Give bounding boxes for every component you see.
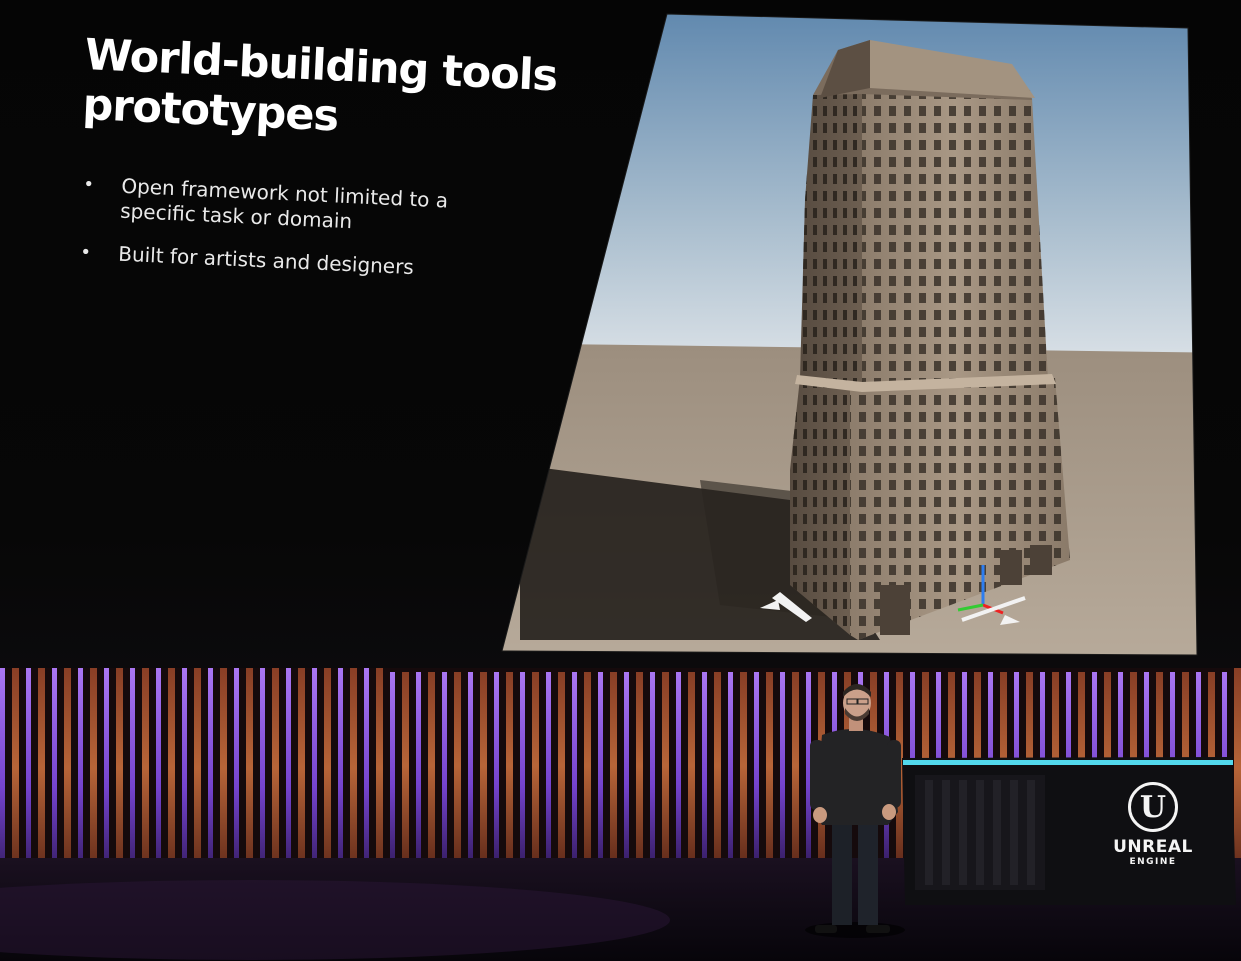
purple-light-bar bbox=[338, 668, 343, 868]
orange-light-bar bbox=[714, 672, 721, 860]
purple-light-bar bbox=[910, 672, 915, 868]
orange-light-bar bbox=[428, 672, 435, 860]
orange-light-bar bbox=[350, 668, 357, 868]
orange-light-bar bbox=[688, 672, 695, 860]
purple-light-bar bbox=[546, 672, 551, 860]
purple-light-bar bbox=[962, 672, 967, 868]
orange-light-bar bbox=[922, 672, 929, 868]
purple-light-bar bbox=[1014, 672, 1019, 868]
orange-light-bar bbox=[662, 672, 669, 860]
purple-light-bar bbox=[1222, 672, 1227, 868]
orange-light-bar bbox=[1000, 672, 1007, 868]
purple-light-bar bbox=[598, 672, 603, 860]
presenter bbox=[805, 684, 905, 938]
orange-light-bar bbox=[1234, 668, 1241, 868]
purple-light-bar bbox=[0, 668, 5, 868]
purple-light-bar bbox=[572, 672, 577, 860]
orange-light-bar bbox=[532, 672, 539, 860]
purple-light-bar bbox=[182, 668, 187, 868]
purple-light-bar bbox=[416, 672, 421, 860]
orange-light-bar bbox=[12, 668, 19, 868]
purple-light-bar bbox=[520, 672, 525, 860]
orange-light-bar bbox=[38, 668, 45, 868]
purple-light-bar bbox=[806, 672, 811, 860]
unreal-mark-icon: U bbox=[1128, 782, 1178, 832]
purple-light-bar bbox=[728, 672, 733, 860]
orange-light-bar bbox=[610, 672, 617, 860]
projection-screen: World-building tools prototypes • Open f… bbox=[0, 0, 1241, 668]
orange-light-bar bbox=[766, 672, 773, 860]
purple-light-bar bbox=[78, 668, 83, 868]
keynote-stage-photo: World-building tools prototypes • Open f… bbox=[0, 0, 1241, 961]
orange-light-bar bbox=[1078, 672, 1085, 868]
purple-light-bar bbox=[702, 672, 707, 860]
purple-light-bar bbox=[754, 672, 759, 860]
orange-light-bar bbox=[298, 668, 305, 868]
orange-light-bar bbox=[870, 672, 877, 860]
orange-light-bar bbox=[948, 672, 955, 868]
purple-light-bar bbox=[1066, 672, 1071, 868]
orange-light-bar bbox=[974, 672, 981, 868]
orange-light-bar bbox=[1026, 672, 1033, 868]
purple-light-bar bbox=[312, 668, 317, 868]
orange-light-bar bbox=[480, 672, 487, 860]
purple-light-bar bbox=[234, 668, 239, 868]
purple-light-bar bbox=[988, 672, 993, 868]
orange-light-bar bbox=[740, 672, 747, 860]
orange-light-bar bbox=[116, 668, 123, 868]
purple-light-bar bbox=[390, 672, 395, 860]
orange-light-bar bbox=[168, 668, 175, 868]
stage-light-bars bbox=[0, 668, 1241, 868]
skyscraper-render bbox=[501, 13, 1198, 656]
orange-light-bar bbox=[818, 672, 825, 860]
purple-light-bar bbox=[208, 668, 213, 868]
purple-light-bar bbox=[1040, 672, 1045, 868]
purple-light-bar bbox=[130, 668, 135, 868]
purple-light-bar bbox=[624, 672, 629, 860]
purple-light-bar bbox=[1092, 672, 1097, 868]
orange-light-bar bbox=[376, 668, 383, 868]
orange-light-bar bbox=[636, 672, 643, 860]
purple-light-bar bbox=[104, 668, 109, 868]
orange-light-bar bbox=[402, 672, 409, 860]
orange-light-bar bbox=[272, 668, 279, 868]
purple-light-bar bbox=[26, 668, 31, 868]
purple-light-bar bbox=[676, 672, 681, 860]
orange-light-bar bbox=[90, 668, 97, 868]
orange-light-bar bbox=[584, 672, 591, 860]
purple-light-bar bbox=[832, 672, 837, 860]
purple-light-bar bbox=[468, 672, 473, 860]
orange-light-bar bbox=[64, 668, 71, 868]
logo-wordmark: UNREAL bbox=[1113, 837, 1193, 857]
purple-light-bar bbox=[442, 672, 447, 860]
purple-light-bar bbox=[858, 672, 863, 860]
orange-light-bar bbox=[220, 668, 227, 868]
orange-light-bar bbox=[194, 668, 201, 868]
orange-light-bar bbox=[506, 672, 513, 860]
purple-light-bar bbox=[260, 668, 265, 868]
purple-light-bar bbox=[494, 672, 499, 860]
purple-light-bar bbox=[156, 668, 161, 868]
orange-light-bar bbox=[1052, 672, 1059, 868]
purple-light-bar bbox=[364, 668, 369, 868]
purple-light-bar bbox=[650, 672, 655, 860]
orange-light-bar bbox=[142, 668, 149, 868]
orange-light-bar bbox=[558, 672, 565, 860]
purple-light-bar bbox=[286, 668, 291, 868]
orange-light-bar bbox=[1208, 672, 1215, 868]
orange-light-bar bbox=[454, 672, 461, 860]
orange-light-bar bbox=[792, 672, 799, 860]
purple-light-bar bbox=[884, 672, 889, 860]
orange-light-bar bbox=[896, 672, 903, 860]
purple-light-bar bbox=[52, 668, 57, 868]
logo-subwordmark: ENGINE bbox=[1129, 857, 1177, 867]
purple-light-bar bbox=[780, 672, 785, 860]
unreal-engine-logo: U UNREAL ENGINE bbox=[1098, 782, 1208, 868]
orange-light-bar bbox=[324, 668, 331, 868]
purple-light-bar bbox=[936, 672, 941, 868]
orange-light-bar bbox=[844, 672, 851, 860]
orange-light-bar bbox=[246, 668, 253, 868]
